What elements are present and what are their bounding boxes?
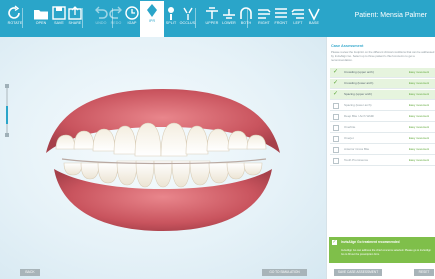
- condition-label: Overjet: [344, 136, 354, 140]
- condition-status: Easy movement: [409, 92, 430, 96]
- condition-row[interactable]: Overjet Easy movement: [330, 134, 435, 144]
- condition-status: Easy movement: [409, 114, 430, 118]
- panel-description: Please review the footprint on the diffe…: [331, 50, 435, 62]
- condition-row[interactable]: ✓ Spacing (upper arch) Easy movement: [330, 90, 435, 100]
- toolbar-button-rotate[interactable]: ROTATE: [3, 3, 27, 35]
- toolbar-separator: [82, 8, 83, 28]
- condition-status: Easy movement: [409, 81, 430, 85]
- condition-status: Easy movement: [409, 103, 430, 107]
- toolbar-button-occlus[interactable]: OCCLUS.: [176, 3, 200, 35]
- checkmark-icon[interactable]: ✓: [333, 90, 339, 98]
- condition-row[interactable]: ✓ Crowding (upper arch) Easy movement: [330, 68, 435, 78]
- check-icon: ✓: [332, 239, 337, 245]
- toolbar-button-label: OCCLUS.: [179, 21, 197, 25]
- patient-name: Patient: Mensia Palmer: [354, 12, 427, 19]
- toolbar-button-label: SHARE: [68, 21, 82, 25]
- panel-title: Case Assessment: [331, 44, 364, 48]
- condition-label: Overbite: [344, 125, 356, 129]
- slider-top-cap[interactable]: [5, 84, 9, 88]
- condition-row[interactable]: ✓ Crowding (lower arch) Easy movement: [330, 79, 435, 89]
- condition-status: Easy movement: [409, 158, 430, 162]
- toolbar-button-base[interactable]: BASE: [302, 3, 326, 35]
- condition-checkbox[interactable]: [333, 125, 339, 131]
- condition-row[interactable]: Tooth Prominence Easy movement: [330, 156, 435, 166]
- teeth-model[interactable]: [28, 83, 298, 235]
- condition-checkbox[interactable]: [333, 147, 339, 153]
- condition-label: Crowding (lower arch): [344, 81, 374, 85]
- condition-label: Tooth Prominence: [344, 158, 369, 162]
- condition-checkbox[interactable]: [333, 158, 339, 164]
- condition-status: Easy movement: [409, 147, 430, 151]
- base-icon: [308, 8, 320, 21]
- condition-label: Crowding (upper arch): [344, 70, 374, 74]
- condition-row[interactable]: Spacing (lower arch) Easy movement: [330, 101, 435, 111]
- toolbar-button-label: ROTATE: [7, 21, 23, 25]
- toolbar-separator: [247, 8, 248, 28]
- back-button[interactable]: BACK: [20, 269, 40, 276]
- condition-row[interactable]: Anterior Cross Bite Easy movement: [330, 145, 435, 155]
- condition-checkbox[interactable]: [333, 114, 339, 120]
- toolbar-separator: [22, 8, 23, 28]
- stage-slider-handle[interactable]: [6, 106, 8, 124]
- condition-label: Anterior Cross Bite: [344, 147, 370, 151]
- go-to-simulation-button[interactable]: GO TO SIMULATION: [262, 269, 307, 276]
- condition-label: Spacing (upper arch): [344, 92, 373, 96]
- toolbar-button-share[interactable]: SHARE: [63, 3, 87, 35]
- slider-bottom-cap[interactable]: [5, 133, 9, 137]
- recommendation-text: InvisAlign Go can address the chief conc…: [341, 249, 431, 256]
- reset-button[interactable]: RESET: [414, 269, 434, 276]
- condition-checkbox[interactable]: [333, 136, 339, 142]
- recommendation-title: InvisAlign Go treatment recommended: [341, 240, 400, 244]
- condition-label: Deep Bite / Arch Width: [344, 114, 375, 118]
- clock-icon: [125, 6, 139, 20]
- condition-checkbox[interactable]: [333, 103, 339, 109]
- recommendation-box: ✓ InvisAlign Go treatment recommended In…: [329, 237, 435, 263]
- 3d-viewport[interactable]: [0, 37, 326, 279]
- toolbar-separator: [195, 8, 196, 28]
- condition-label: Spacing (lower arch): [344, 103, 372, 107]
- condition-status: Easy movement: [409, 70, 430, 74]
- condition-status: Easy movement: [409, 136, 430, 140]
- condition-row[interactable]: Deep Bite / Arch Width Easy movement: [330, 112, 435, 122]
- save-case-assessment-button[interactable]: SAVE CASE ASSESSMENT: [334, 269, 382, 276]
- toolbar-separator: [112, 8, 113, 28]
- checkmark-icon[interactable]: ✓: [333, 79, 339, 87]
- toolbar-button-label: BASE: [309, 21, 319, 25]
- checkmark-icon[interactable]: ✓: [333, 68, 339, 76]
- condition-status: Easy movement: [409, 125, 430, 129]
- condition-row[interactable]: Overbite Easy movement: [330, 123, 435, 133]
